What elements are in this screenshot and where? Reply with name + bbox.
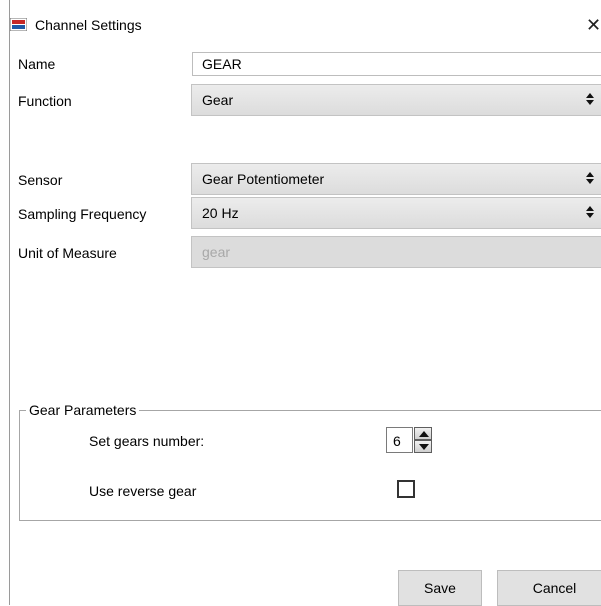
- gears-number-input[interactable]: 6: [386, 427, 413, 453]
- unit-of-measure-label: Unit of Measure: [18, 245, 117, 261]
- spin-up-icon[interactable]: [414, 427, 432, 440]
- app-logo-icon: [10, 18, 27, 31]
- gear-parameters-title: Gear Parameters: [26, 402, 140, 418]
- name-label: Name: [18, 56, 56, 72]
- function-label: Function: [18, 93, 72, 109]
- unit-of-measure-value: gear: [202, 244, 231, 260]
- sampling-frequency-label: Sampling Frequency: [18, 206, 147, 222]
- sensor-select-value: Gear Potentiometer: [202, 171, 325, 187]
- close-icon[interactable]: ✕: [586, 13, 601, 37]
- reverse-gear-label: Use reverse gear: [89, 483, 197, 499]
- reverse-gear-checkbox[interactable]: [397, 480, 415, 498]
- spin-down-icon[interactable]: [414, 440, 432, 453]
- window-left-border: [9, 0, 10, 605]
- updown-arrows-icon: [586, 93, 594, 105]
- gears-number-stepper[interactable]: [414, 427, 432, 453]
- cancel-button[interactable]: Cancel: [497, 570, 601, 606]
- updown-arrows-icon: [586, 206, 594, 218]
- sensor-select[interactable]: Gear Potentiometer: [191, 163, 601, 195]
- sensor-label: Sensor: [18, 172, 63, 188]
- save-button[interactable]: Save: [398, 570, 482, 606]
- sampling-frequency-select[interactable]: 20 Hz: [191, 197, 601, 229]
- gear-parameters-group: [19, 410, 601, 521]
- function-select-value: Gear: [202, 92, 234, 108]
- function-select[interactable]: Gear: [191, 84, 601, 116]
- updown-arrows-icon: [586, 172, 594, 184]
- gears-number-label: Set gears number:: [89, 433, 205, 449]
- unit-of-measure-field: gear: [191, 236, 601, 268]
- sampling-frequency-value: 20 Hz: [202, 205, 239, 221]
- window-title: Channel Settings: [35, 17, 142, 33]
- name-field[interactable]: [192, 52, 601, 76]
